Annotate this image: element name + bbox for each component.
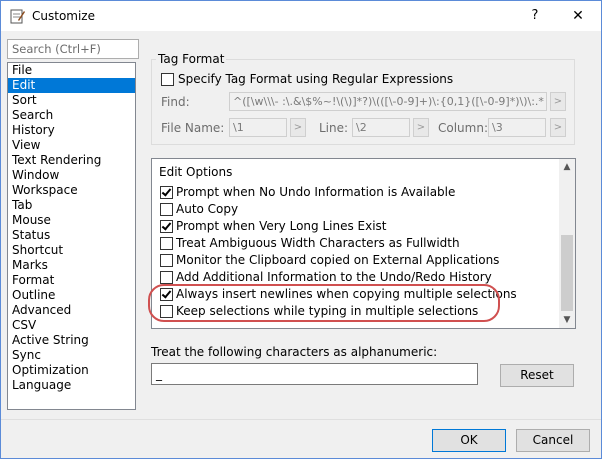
category-item[interactable]: Mouse	[8, 213, 135, 228]
category-item[interactable]: Sync	[8, 348, 135, 363]
category-item[interactable]: Workspace	[8, 183, 135, 198]
edit-options-label: Edit Options	[159, 165, 233, 179]
line-label: Line:	[319, 121, 349, 135]
option-checkbox[interactable]	[160, 220, 173, 233]
help-icon[interactable]: ?	[523, 5, 547, 27]
category-item[interactable]: History	[8, 123, 135, 138]
title-bar: Customize ? ✕	[1, 1, 601, 31]
scroll-up-icon[interactable]: ▲	[559, 159, 575, 175]
category-item[interactable]: Sort	[8, 93, 135, 108]
scroll-thumb[interactable]	[561, 235, 573, 311]
category-item[interactable]: Search	[8, 108, 135, 123]
line-arrow-button[interactable]: >	[413, 118, 429, 137]
footer-divider	[1, 419, 601, 420]
option-checkbox[interactable]	[160, 237, 173, 250]
category-item[interactable]: Edit	[8, 78, 135, 93]
customize-dialog: Customize ? ✕ Search (Ctrl+F) File Edit So…	[0, 0, 602, 459]
find-field[interactable]: ^([\w\\\- :\.&\$%~!\(\)]*?)\(([\-0-9]+)\…	[229, 92, 547, 111]
option-label: Add Additional Information to the Undo/R…	[176, 270, 492, 284]
category-item[interactable]: Window	[8, 168, 135, 183]
options-scrollbar[interactable]: ▲ ▼	[559, 159, 575, 328]
option-label: Auto Copy	[176, 202, 239, 216]
option-label: Prompt when No Undo Information is Avail…	[176, 185, 456, 199]
annotation-highlight	[148, 284, 500, 322]
option-checkbox[interactable]	[160, 254, 173, 267]
specify-tag-format-checkbox[interactable]	[161, 73, 174, 86]
category-item[interactable]: Status	[8, 228, 135, 243]
reset-button[interactable]: Reset	[500, 364, 574, 387]
option-checkbox[interactable]	[160, 186, 173, 199]
search-input[interactable]: Search (Ctrl+F)	[7, 39, 139, 59]
category-item[interactable]: Tab	[8, 198, 135, 213]
file-name-arrow-button[interactable]: >	[290, 118, 306, 137]
category-item[interactable]: Optimization	[8, 363, 135, 378]
ok-button[interactable]: OK	[432, 429, 506, 452]
option-checkbox[interactable]	[160, 271, 173, 284]
option-label: Prompt when Very Long Lines Exist	[176, 219, 387, 233]
file-name-label: File Name:	[161, 121, 225, 135]
category-item[interactable]: File	[8, 63, 135, 78]
column-field[interactable]: \3	[488, 118, 546, 137]
specify-tag-format-label: Specify Tag Format using Regular Express…	[178, 72, 454, 86]
find-arrow-button[interactable]: >	[550, 92, 566, 111]
category-item[interactable]: Language	[8, 378, 135, 393]
category-item[interactable]: Outline	[8, 288, 135, 303]
find-label: Find:	[161, 95, 190, 109]
category-item[interactable]: CSV	[8, 318, 135, 333]
category-item[interactable]: Text Rendering	[8, 153, 135, 168]
app-icon	[10, 9, 25, 24]
file-name-field[interactable]: \1	[229, 118, 287, 137]
option-label: Monitor the Clipboard copied on External…	[176, 253, 500, 267]
column-label: Column:	[438, 121, 488, 135]
alnum-label: Treat the following characters as alphan…	[151, 345, 438, 359]
category-item[interactable]: View	[8, 138, 135, 153]
cancel-button[interactable]: Cancel	[516, 429, 590, 452]
category-item[interactable]: Active String	[8, 333, 135, 348]
category-list: File Edit Sort Search History View Text Render…	[7, 62, 136, 410]
column-arrow-button[interactable]: >	[550, 118, 566, 137]
line-field[interactable]: \2	[352, 118, 410, 137]
scroll-down-icon[interactable]: ▼	[559, 312, 575, 328]
category-item[interactable]: Format	[8, 273, 135, 288]
category-item[interactable]: Advanced	[8, 303, 135, 318]
close-icon[interactable]: ✕	[565, 5, 591, 27]
tag-format-label: Tag Format	[156, 52, 227, 66]
category-item[interactable]: Shortcut	[8, 243, 135, 258]
alnum-input[interactable]: _	[151, 363, 478, 385]
category-item[interactable]: Marks	[8, 258, 135, 273]
window-title: Customize	[32, 9, 95, 23]
option-label: Treat Ambiguous Width Characters as Full…	[176, 236, 460, 250]
option-checkbox[interactable]	[160, 203, 173, 216]
